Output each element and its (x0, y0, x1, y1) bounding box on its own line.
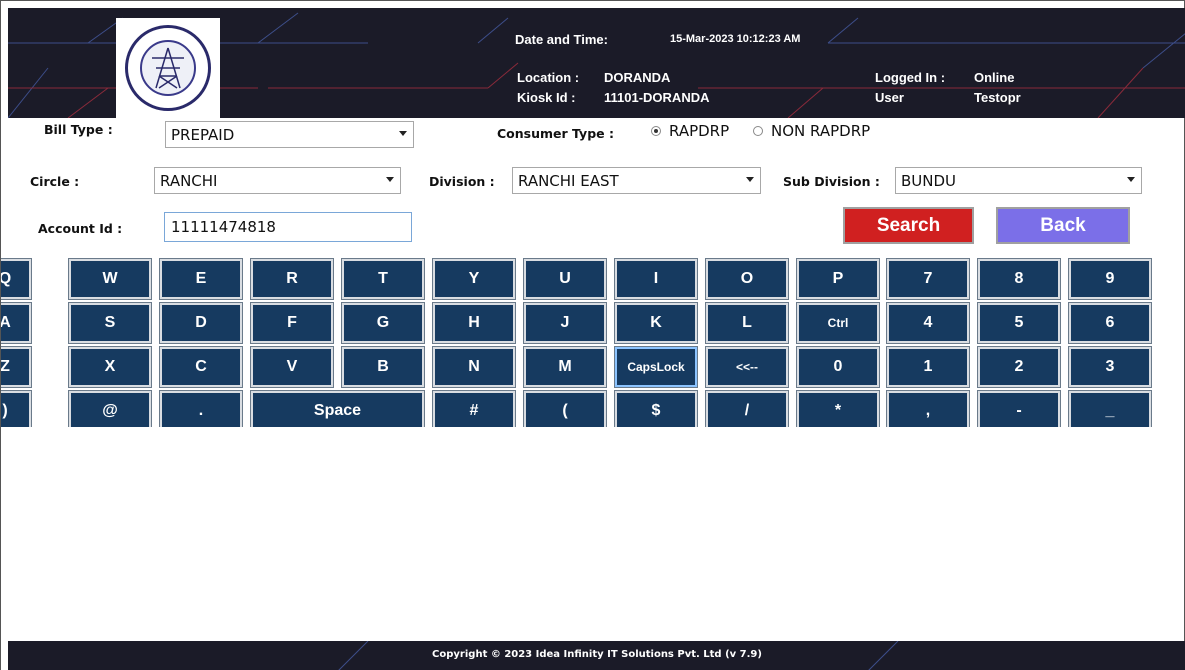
seal-emblem-icon (125, 25, 211, 111)
key-u[interactable]: U (523, 258, 607, 300)
key-7[interactable]: 7 (886, 258, 970, 300)
key-2[interactable]: 2 (977, 346, 1061, 388)
key-f[interactable]: F (250, 302, 334, 344)
key-1[interactable]: 1 (886, 346, 970, 388)
kiosk-id-value: 11101-DORANDA (604, 90, 710, 105)
radio-unselected-icon (753, 126, 763, 136)
chevron-down-icon (386, 177, 394, 182)
subdivision-select[interactable]: BUNDU (895, 167, 1142, 194)
key-r[interactable]: R (250, 258, 334, 300)
key-underscore[interactable]: _ (1068, 390, 1152, 427)
key-l[interactable]: L (705, 302, 789, 344)
user-value: Testopr (974, 90, 1021, 105)
key-o[interactable]: O (705, 258, 789, 300)
bill-type-select[interactable]: PREPAID (165, 121, 414, 148)
circle-select[interactable]: RANCHI (154, 167, 401, 194)
key-h[interactable]: H (432, 302, 516, 344)
copyright-text: Copyright © 2023 Idea Infinity IT Soluti… (432, 649, 762, 660)
key-dollar[interactable]: $ (614, 390, 698, 427)
key-e[interactable]: E (159, 258, 243, 300)
key-0[interactable]: 0 (796, 346, 880, 388)
key-slash[interactable]: / (705, 390, 789, 427)
key-g[interactable]: G (341, 302, 425, 344)
account-id-input[interactable]: 11111474818 (164, 212, 412, 242)
key-w[interactable]: W (68, 258, 152, 300)
subdivision-label: Sub Division : (783, 174, 880, 189)
key-b[interactable]: B (341, 346, 425, 388)
logged-in-label: Logged In : (875, 70, 946, 85)
header-bar: Date and Time: 15-Mar-2023 10:12:23 AM L… (8, 8, 1185, 118)
key-period[interactable]: . (159, 390, 243, 427)
key-space[interactable]: Space (250, 390, 425, 427)
chevron-down-icon (1127, 177, 1135, 182)
circle-label: Circle : (30, 174, 80, 189)
key-4[interactable]: 4 (886, 302, 970, 344)
radio-non-rapdrp[interactable]: NON RAPDRP (753, 122, 870, 140)
key-t[interactable]: T (341, 258, 425, 300)
on-screen-keyboard: Q W E R T Y U I O P 7 8 9 A S D F G H J … (1, 257, 1185, 427)
circle-value: RANCHI (160, 171, 218, 190)
company-logo (116, 18, 220, 118)
key-3[interactable]: 3 (1068, 346, 1152, 388)
key-x[interactable]: X (68, 346, 152, 388)
subdivision-value: BUNDU (901, 171, 957, 190)
consumer-type-label: Consumer Type : (497, 126, 614, 141)
logged-in-value: Online (974, 70, 1015, 85)
key-comma[interactable]: , (886, 390, 970, 427)
key-n[interactable]: N (432, 346, 516, 388)
chevron-down-icon (399, 131, 407, 136)
division-value: RANCHI EAST (518, 171, 619, 190)
key-at[interactable]: @ (68, 390, 152, 427)
key-a[interactable]: A (1, 302, 32, 344)
key-open-paren[interactable]: ( (523, 390, 607, 427)
kiosk-id-label: Kiosk Id : (517, 90, 576, 105)
key-k[interactable]: K (614, 302, 698, 344)
bill-type-value: PREPAID (171, 125, 235, 144)
division-label: Division : (429, 174, 495, 189)
key-z[interactable]: Z (1, 346, 32, 388)
key-j[interactable]: J (523, 302, 607, 344)
key-c[interactable]: C (159, 346, 243, 388)
key-d[interactable]: D (159, 302, 243, 344)
datetime-label: Date and Time: (515, 32, 608, 47)
back-button[interactable]: Back (996, 207, 1130, 244)
key-y[interactable]: Y (432, 258, 516, 300)
key-m[interactable]: M (523, 346, 607, 388)
key-8[interactable]: 8 (977, 258, 1061, 300)
bill-type-label: Bill Type : (44, 122, 113, 137)
chevron-down-icon (746, 177, 754, 182)
key-q[interactable]: Q (1, 258, 32, 300)
key-9[interactable]: 9 (1068, 258, 1152, 300)
key-hash[interactable]: # (432, 390, 516, 427)
key-asterisk[interactable]: * (796, 390, 880, 427)
radio-rapdrp-label: RAPDRP (669, 122, 730, 140)
key-close-paren[interactable]: ) (1, 390, 32, 427)
location-label: Location : (517, 70, 580, 85)
key-p[interactable]: P (796, 258, 880, 300)
radio-rapdrp[interactable]: RAPDRP (651, 122, 729, 140)
key-capslock[interactable]: CapsLock (614, 346, 698, 388)
key-hyphen[interactable]: - (977, 390, 1061, 427)
key-6[interactable]: 6 (1068, 302, 1152, 344)
transmission-tower-icon (152, 47, 184, 89)
key-s[interactable]: S (68, 302, 152, 344)
division-select[interactable]: RANCHI EAST (512, 167, 761, 194)
kiosk-app: Date and Time: 15-Mar-2023 10:12:23 AM L… (0, 0, 1185, 670)
key-v[interactable]: V (250, 346, 334, 388)
key-ctrl[interactable]: Ctrl (796, 302, 880, 344)
user-label: User (875, 90, 904, 105)
radio-selected-icon (651, 126, 661, 136)
account-id-label: Account Id : (38, 221, 123, 236)
search-button[interactable]: Search (843, 207, 974, 244)
key-i[interactable]: I (614, 258, 698, 300)
radio-non-rapdrp-label: NON RAPDRP (771, 122, 871, 140)
location-value: DORANDA (604, 70, 671, 85)
footer-bar: Copyright © 2023 Idea Infinity IT Soluti… (8, 641, 1185, 670)
key-5[interactable]: 5 (977, 302, 1061, 344)
datetime-value: 15-Mar-2023 10:12:23 AM (670, 33, 801, 45)
key-backspace[interactable]: <<-- (705, 346, 789, 388)
